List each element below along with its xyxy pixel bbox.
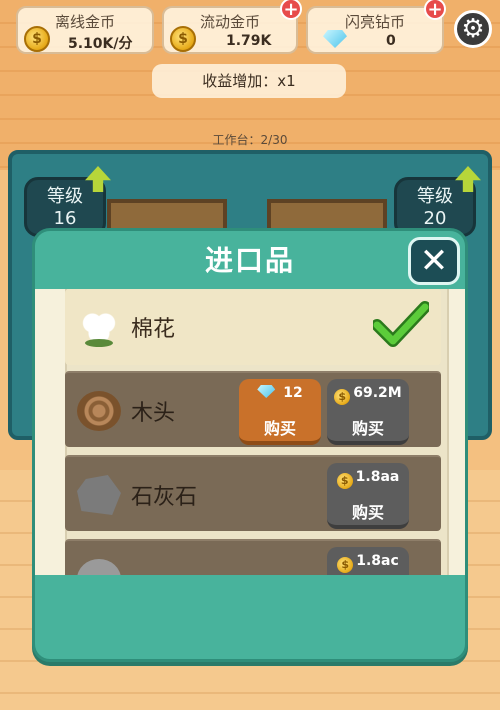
diamond-price: 12 — [283, 385, 303, 401]
buy-with-diamonds-button[interactable]: 12 购买 — [239, 379, 321, 445]
checkmark-icon — [373, 301, 429, 347]
wood-log-icon — [77, 391, 121, 431]
import-goods-dialog: 进口品 ✕ 棉花 木头 12 购买 $69.2M 购买 石灰石 $ 1.8aa … — [32, 228, 468, 662]
dialog-title: 进口品 — [204, 244, 295, 277]
buy-label: 购买 — [263, 419, 296, 438]
buy-label: 购买 — [351, 503, 384, 522]
goods-list[interactable]: 棉花 木头 12 购买 $69.2M 购买 石灰石 $1.8aa 购买 $ 1.… — [35, 289, 465, 575]
buy-label: 购买 — [351, 419, 384, 438]
list-item-cotton[interactable]: 棉花 — [65, 289, 441, 365]
list-item-wood[interactable]: 木头 12 购买 $69.2M 购买 — [65, 371, 441, 447]
partial-item-icon — [77, 559, 121, 575]
item-name: 木头 — [131, 401, 176, 426]
list-item-partial[interactable]: $1.8ac — [65, 539, 441, 575]
coin-icon: $ — [336, 473, 353, 489]
buy-with-coins-button[interactable]: $1.8aa 购买 — [327, 463, 409, 529]
buy-with-coins-button[interactable]: $1.8ac — [327, 547, 409, 575]
item-name: 石灰石 — [131, 485, 198, 510]
coin-price: 1.8ac — [356, 553, 399, 569]
stone-icon — [77, 475, 121, 515]
coin-price: 69.2M — [353, 385, 402, 401]
list-item-limestone[interactable]: 石灰石 $1.8aa 购买 — [65, 455, 441, 531]
diamond-icon — [257, 385, 276, 398]
close-button[interactable]: ✕ — [408, 237, 460, 285]
buy-with-coins-button[interactable]: $69.2M 购买 — [327, 379, 409, 445]
coin-icon: $ — [337, 557, 354, 573]
cotton-icon — [77, 307, 121, 347]
item-name: 棉花 — [131, 317, 176, 342]
coin-icon: $ — [334, 389, 351, 405]
coin-price: 1.8aa — [355, 469, 400, 485]
